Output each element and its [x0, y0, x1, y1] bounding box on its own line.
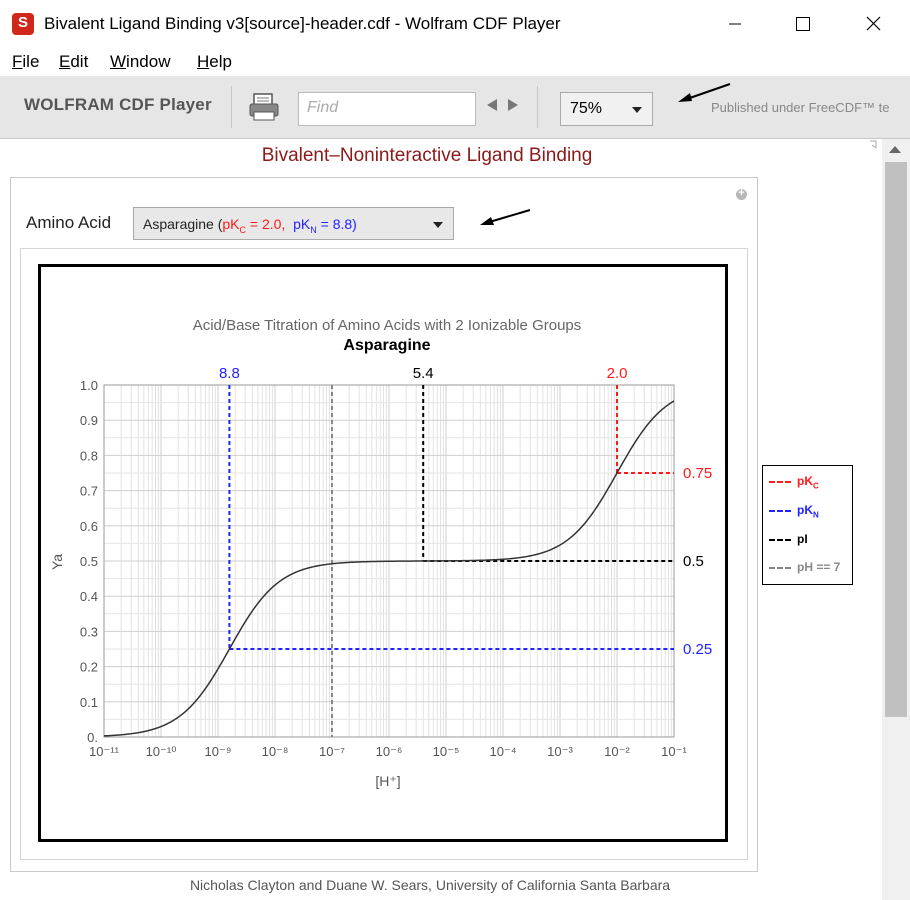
top-label: 8.8 [219, 365, 240, 382]
legend-label: pI [797, 532, 808, 546]
right-label: 0.25 [683, 641, 712, 658]
legend-item: pKN [769, 503, 819, 519]
legend-item: pH == 7 [769, 560, 840, 576]
titration-chart: 0.0.10.20.30.40.50.60.70.80.91.0 10⁻¹¹ 10… [49, 317, 712, 789]
legend-subscript: C [813, 481, 819, 491]
y-tick-label: 1.0 [80, 378, 98, 393]
x-tick-label: 10⁻² [604, 744, 630, 759]
y-tick-labels: 0. 0.1 0.2 0.3 0.4 0.5 0.6 0.7 0.8 0.9 1.0 [80, 378, 98, 745]
legend-label: pH == 7 [797, 560, 841, 574]
top-label: 5.4 [413, 365, 434, 382]
x-tick-labels: 10⁻¹¹ 10⁻¹⁰ 10⁻⁹ 10⁻⁸ 10⁻⁷ 10⁻⁶ 10⁻⁵ 10⁻⁴ 10⁻³ 10… [89, 744, 687, 759]
y-tick-label: 0.7 [80, 484, 98, 499]
y-tick-label: 0.9 [80, 413, 98, 428]
credit-line: Nicholas Clayton and Duane W. Sears, Uni… [189, 877, 671, 893]
x-tick-label: 10⁻⁶ [376, 744, 403, 759]
x-tick-label: 10⁻⁴ [490, 744, 517, 759]
x-tick-label: 10⁻⁵ [433, 744, 460, 759]
y-tick-label: 0.4 [80, 589, 98, 604]
x-tick-label: 10⁻⁷ [319, 744, 345, 759]
chart-legend: pKC pKN pI pH == 7 [762, 465, 853, 585]
x-tick-label: 10⁻⁹ [205, 744, 232, 759]
chart-subtitle: Asparagine [343, 337, 430, 354]
y-tick-label: 0.8 [80, 448, 98, 463]
x-axis-label: [H⁺] [375, 773, 400, 789]
y-tick-label: 0.1 [80, 695, 98, 710]
chart-title: Acid/Base Titration of Amino Acids with … [193, 317, 582, 334]
top-label: 2.0 [607, 365, 628, 382]
right-labels: 0.75 0.5 0.25 [683, 465, 712, 658]
x-tick-label: 10⁻⁸ [262, 744, 289, 759]
legend-label: pK [797, 503, 813, 517]
legend-swatch [769, 509, 791, 512]
y-tick-label: 0.3 [80, 624, 98, 639]
right-label: 0.5 [683, 553, 704, 570]
legend-swatch [769, 566, 791, 569]
right-label: 0.75 [683, 465, 712, 482]
y-tick-label: 0.2 [80, 660, 98, 675]
top-labels: 8.8 5.4 2.0 [219, 365, 627, 382]
legend-item: pI [769, 532, 808, 548]
legend-label: pK [797, 474, 813, 488]
legend-item: pKC [769, 474, 819, 490]
legend-swatch [769, 538, 791, 541]
x-tick-label: 10⁻¹⁰ [146, 744, 177, 759]
x-tick-label: 10⁻³ [547, 744, 573, 759]
legend-swatch [769, 480, 791, 483]
y-tick-label: 0. [87, 730, 98, 745]
y-axis-label: Ya [49, 554, 65, 570]
legend-subscript: N [813, 510, 819, 520]
y-tick-label: 0.6 [80, 519, 98, 534]
y-tick-label: 0.5 [80, 554, 98, 569]
x-tick-label: 10⁻¹ [661, 744, 687, 759]
x-tick-label: 10⁻¹¹ [89, 744, 120, 759]
